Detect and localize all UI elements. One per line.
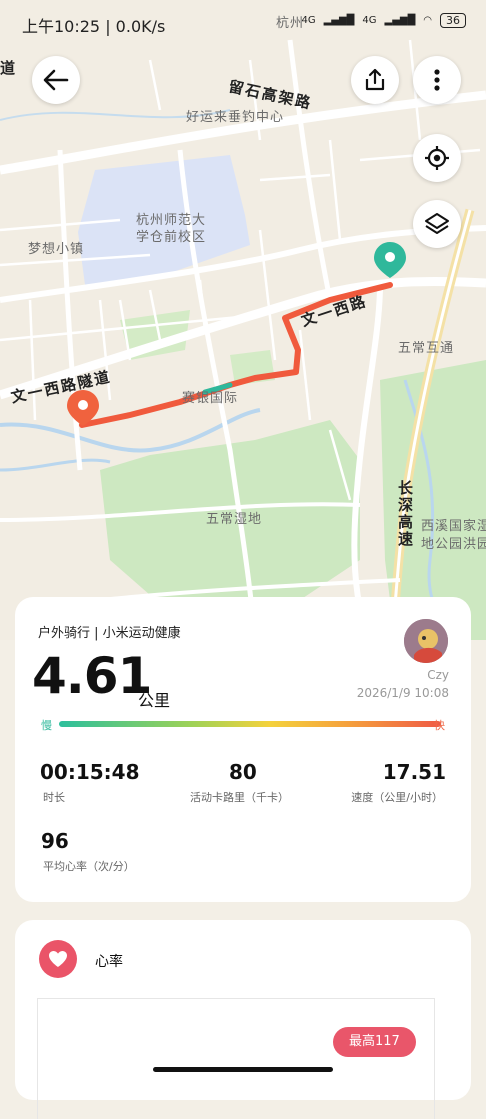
back-button[interactable] <box>32 56 80 104</box>
user-name: Czy <box>427 668 449 682</box>
avg-heart-rate-value: 96 <box>41 829 69 853</box>
heart-icon <box>49 951 67 967</box>
status-time: 上午10:25 | 0.0K/s <box>22 17 166 36</box>
workout-summary-card: 户外骑行 | 小米运动健康 4.61 公里 Czy 2026/1/9 10:08… <box>15 597 471 902</box>
layers-button[interactable] <box>413 200 461 248</box>
battery-icon: 36 <box>440 13 466 28</box>
map-label-haoyun: 好运来垂钓中心 <box>186 110 285 125</box>
home-indicator[interactable] <box>153 1067 333 1072</box>
status-icons: 4G ▂▄▆█ 4G ▂▄▆█ ◠ 36 <box>301 13 466 28</box>
wifi-icon: ◠ <box>423 15 432 26</box>
network-label-1: 4G <box>301 15 316 26</box>
network-label-2: 4G <box>362 15 377 26</box>
map-label-wuchang-interchange: 五常互通 <box>398 341 455 356</box>
max-heart-rate-badge: 最高117 <box>333 1027 416 1057</box>
locate-button[interactable] <box>413 134 461 182</box>
distance-unit: 公里 <box>138 691 171 710</box>
map-label-saiyin: 赛银国际 <box>182 391 239 406</box>
speed-gradient-bar <box>59 721 441 727</box>
heart-rate-title: 心率 <box>95 954 123 970</box>
calories-label: 活动卡路里（千卡） <box>190 791 289 804</box>
duration-value: 00:15:48 <box>40 760 140 784</box>
workout-title: 户外骑行 | 小米运动健康 <box>38 626 181 641</box>
workout-datetime: 2026/1/9 10:08 <box>356 686 449 700</box>
map-label-wuchang-wetland: 五常湿地 <box>206 512 263 527</box>
more-vertical-icon <box>434 69 440 91</box>
share-icon <box>365 68 385 91</box>
locate-icon <box>425 146 449 170</box>
status-bar: 上午10:25 | 0.0K/s 4G ▂▄▆█ 4G ▂▄▆█ ◠ 36 <box>0 0 486 46</box>
map-label-fragment: 道 <box>0 59 18 77</box>
calories-value: 80 <box>229 760 257 784</box>
heart-rate-chart-area[interactable] <box>37 998 435 1119</box>
map-label-xixi: 西溪国家湿 <box>421 519 486 534</box>
layers-icon <box>425 213 449 234</box>
map-label-xixi2: 地公园洪园 <box>421 537 486 552</box>
more-options-button[interactable] <box>413 56 461 104</box>
speed-label: 速度（公里/小时） <box>351 791 443 804</box>
map-label-mengxiang: 梦想小镇 <box>28 242 85 257</box>
speed-value: 17.51 <box>382 760 446 784</box>
speed-slow-label: 慢 <box>41 719 52 732</box>
duration-label: 时长 <box>43 791 65 804</box>
distance-value: 4.61 <box>32 647 152 705</box>
signal-icon: ▂▄▆█ <box>384 15 416 26</box>
heart-rate-card[interactable]: 心率 最高117 <box>15 920 471 1119</box>
signal-icon: ▂▄▆█ <box>323 15 355 26</box>
avatar-image <box>404 619 448 663</box>
avatar[interactable] <box>404 619 448 663</box>
share-button[interactable] <box>351 56 399 104</box>
heart-badge <box>39 940 77 978</box>
avg-heart-rate-label: 平均心率（次/分） <box>43 860 135 873</box>
speed-fast-label: 快 <box>434 719 445 732</box>
map-label-changshen: 长深高速 <box>396 480 414 548</box>
map-label-hznu: 杭州师范大 学仓前校区 <box>136 213 207 245</box>
arrow-left-icon <box>43 69 69 91</box>
